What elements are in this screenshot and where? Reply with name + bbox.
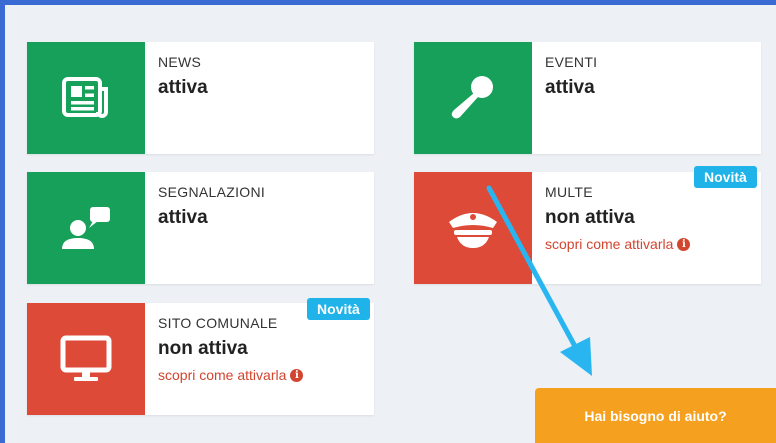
help-button[interactable]: Hai bisogno di aiuto?: [535, 388, 776, 443]
activate-link[interactable]: scopri come attivarla i: [158, 367, 366, 383]
info-icon[interactable]: i: [290, 368, 304, 382]
service-status: non attiva: [545, 207, 635, 228]
service-card-eventi[interactable]: EVENTI attiva: [414, 42, 761, 154]
service-name: SEGNALAZIONI: [158, 184, 266, 200]
new-badge: Novità: [307, 298, 370, 320]
activate-link-label: scopri come attivarla: [158, 367, 287, 383]
tile-segnalazioni: [27, 172, 145, 284]
service-status: attiva: [545, 77, 595, 98]
service-card-segnalazioni[interactable]: SEGNALAZIONI attiva: [27, 172, 374, 284]
activate-link-label: scopri come attivarla: [545, 236, 674, 252]
service-status: non attiva: [158, 338, 248, 359]
tile-multe: [414, 172, 532, 284]
service-status: attiva: [158, 207, 208, 228]
service-grid: NEWS attiva EVENTI attiva SEGNALAZIONI a…: [5, 5, 776, 443]
service-status: attiva: [158, 77, 208, 98]
police-cap-icon: [449, 213, 497, 248]
tile-sito-comunale: [27, 303, 145, 415]
newspaper-icon: [62, 77, 108, 118]
tile-eventi: [414, 42, 532, 154]
service-name: NEWS: [158, 54, 202, 70]
tile-news: [27, 42, 145, 154]
monitor-icon: [60, 335, 112, 381]
service-name: EVENTI: [545, 54, 598, 70]
microphone-icon: [451, 76, 493, 119]
service-card-multe[interactable]: MULTE non attiva scopri come attivarla i: [414, 172, 761, 284]
info-icon[interactable]: i: [677, 237, 691, 251]
user-speech-icon: [62, 207, 110, 249]
service-card-news[interactable]: NEWS attiva: [27, 42, 374, 154]
new-badge: Novità: [694, 166, 757, 188]
activate-link[interactable]: scopri come attivarla i: [545, 236, 753, 252]
